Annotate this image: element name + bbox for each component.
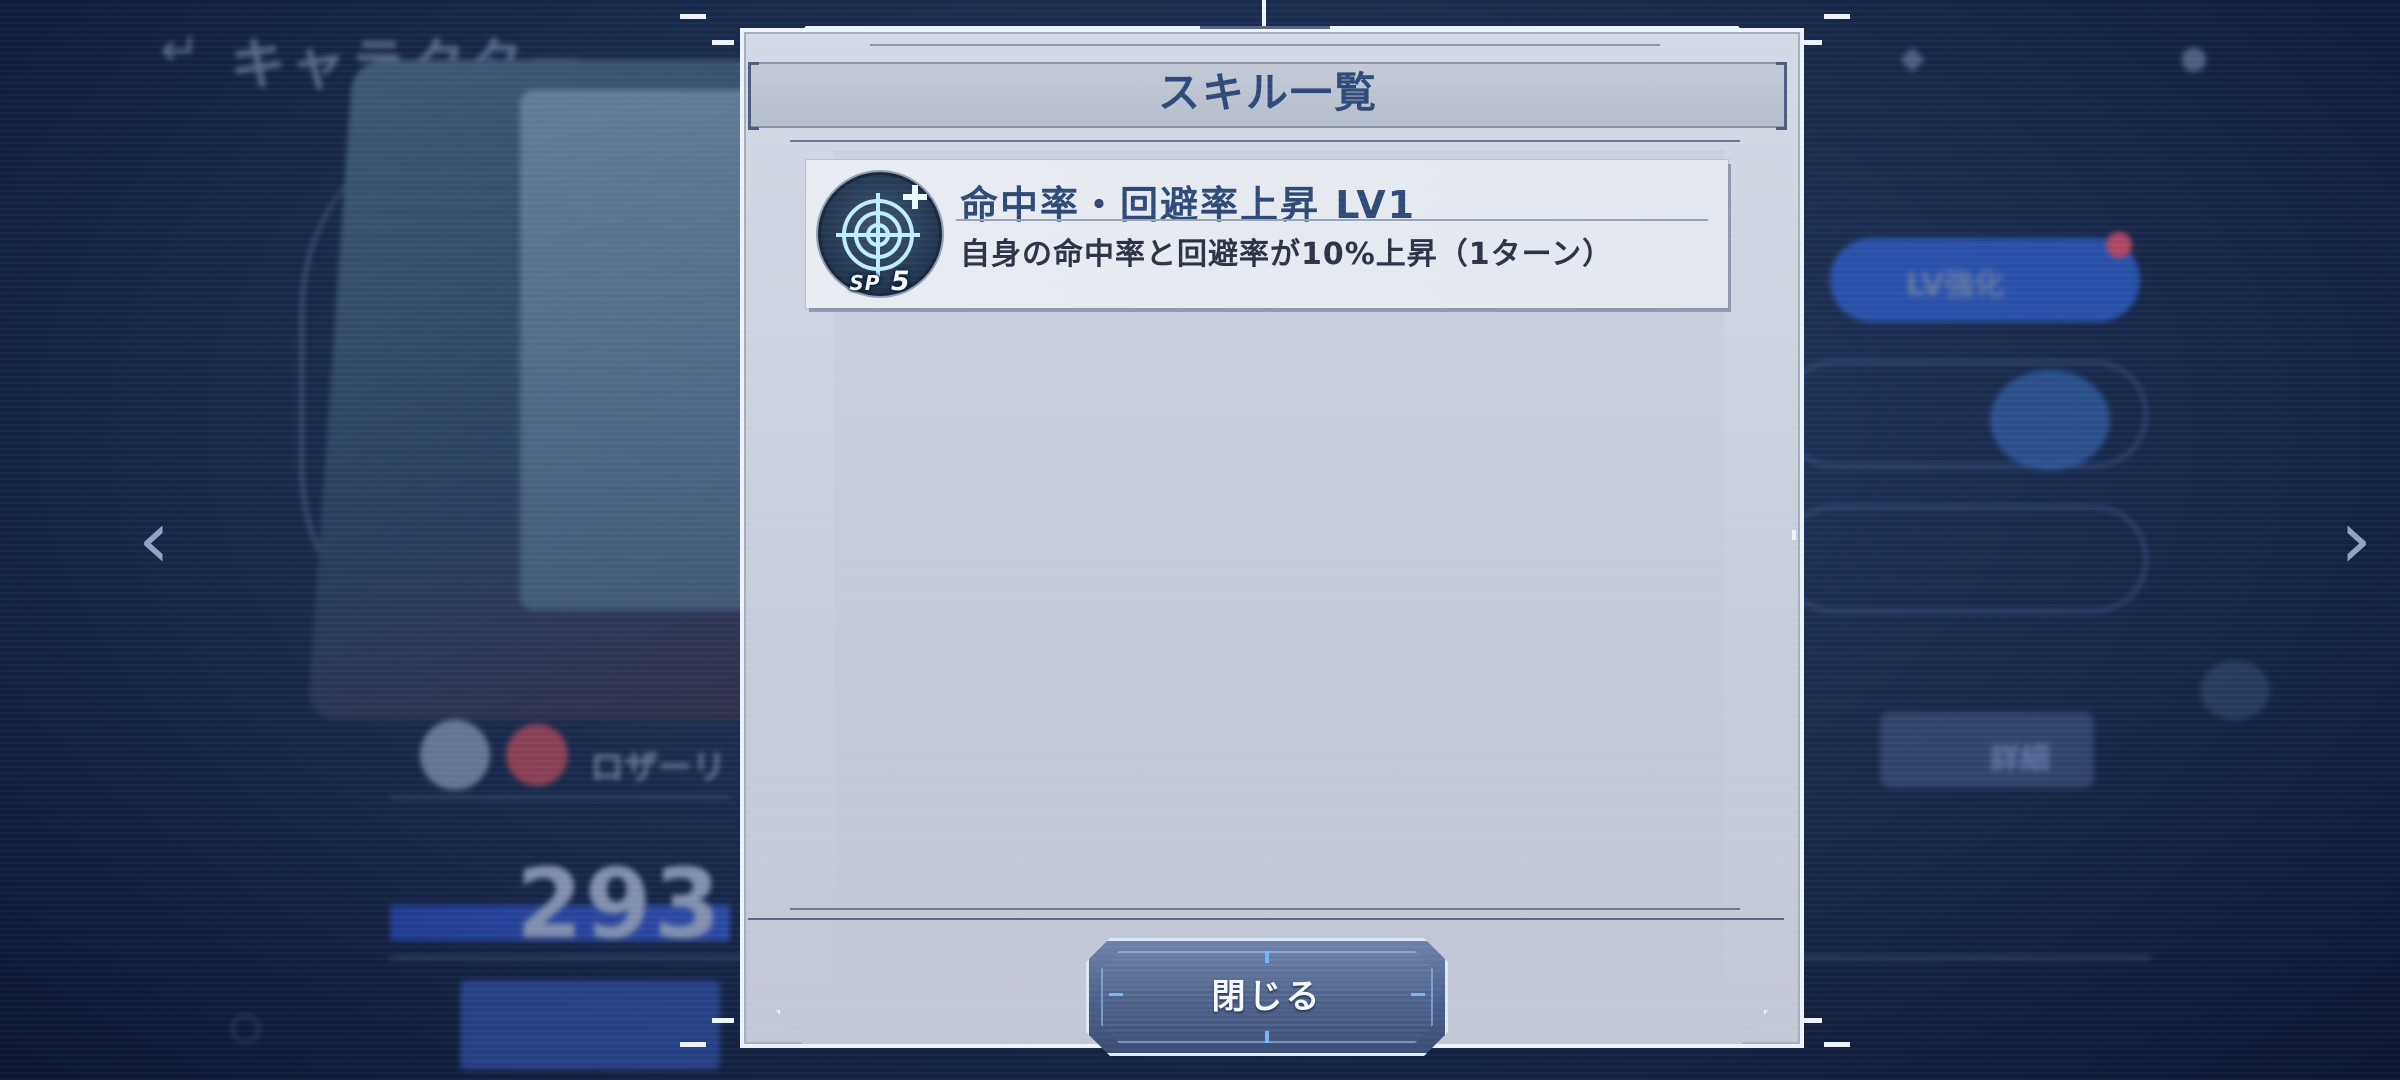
frame-tick bbox=[1262, 0, 1266, 26]
character-name: ロザーリ bbox=[590, 748, 726, 788]
divider bbox=[390, 796, 730, 799]
frame-tick bbox=[712, 40, 734, 45]
next-character-button[interactable]: › bbox=[2340, 500, 2372, 580]
game-screen: ↵ キャラクター ◆ ● ロザーリ 293 LV強化 詳細 ◯ ‹ › bbox=[0, 0, 2400, 1080]
frame-tick bbox=[680, 14, 706, 19]
divider bbox=[748, 918, 1784, 920]
frame-tick bbox=[1800, 1018, 1822, 1023]
power-value: 293 bbox=[516, 848, 723, 960]
frame-tick bbox=[712, 1018, 734, 1023]
frame-tick bbox=[870, 44, 1660, 46]
frame-tick bbox=[1824, 14, 1850, 19]
element-icon bbox=[420, 720, 490, 790]
previous-character-button[interactable]: ‹ bbox=[138, 500, 170, 580]
sp-label: SP bbox=[849, 271, 881, 295]
frame-tick bbox=[740, 530, 744, 540]
weapon-icon bbox=[506, 724, 568, 786]
skill-slot bbox=[1780, 505, 2148, 613]
skill-sp-cost: SP 5 bbox=[848, 266, 912, 302]
lv-up-label: LV強化 bbox=[1906, 268, 2005, 303]
detail-button bbox=[1880, 712, 2094, 788]
close-button-label: 閉じる bbox=[1211, 977, 1323, 1017]
content-frame-top bbox=[790, 140, 1740, 142]
modal-title: スキル一覧 bbox=[1157, 68, 1378, 117]
frame-tick bbox=[1824, 1042, 1850, 1047]
currency-icon: ◆ bbox=[1900, 38, 1925, 76]
close-button[interactable]: 閉じる bbox=[1086, 938, 1448, 1056]
menu-icon: ◯ bbox=[230, 1010, 262, 1043]
skill-glow bbox=[1990, 370, 2110, 470]
back-arrow-icon: ↵ bbox=[160, 22, 201, 78]
frame-tick bbox=[1800, 40, 1822, 45]
content-frame-bottom bbox=[790, 908, 1740, 910]
menu-active-tab bbox=[460, 980, 720, 1070]
detail-label: 詳細 bbox=[1990, 742, 2050, 777]
skill-name-underline bbox=[956, 219, 1708, 221]
decorative-circle bbox=[2200, 660, 2270, 720]
notification-dot bbox=[2106, 232, 2132, 258]
coin-icon: ● bbox=[2180, 38, 2208, 76]
frame-tick bbox=[1792, 530, 1796, 540]
skill-description: 自身の命中率と回避率が10%上昇（1ターン） bbox=[960, 237, 1614, 272]
frame-tick bbox=[680, 1042, 706, 1047]
frame-tick bbox=[1200, 26, 1330, 29]
sp-value: 5 bbox=[890, 266, 911, 297]
